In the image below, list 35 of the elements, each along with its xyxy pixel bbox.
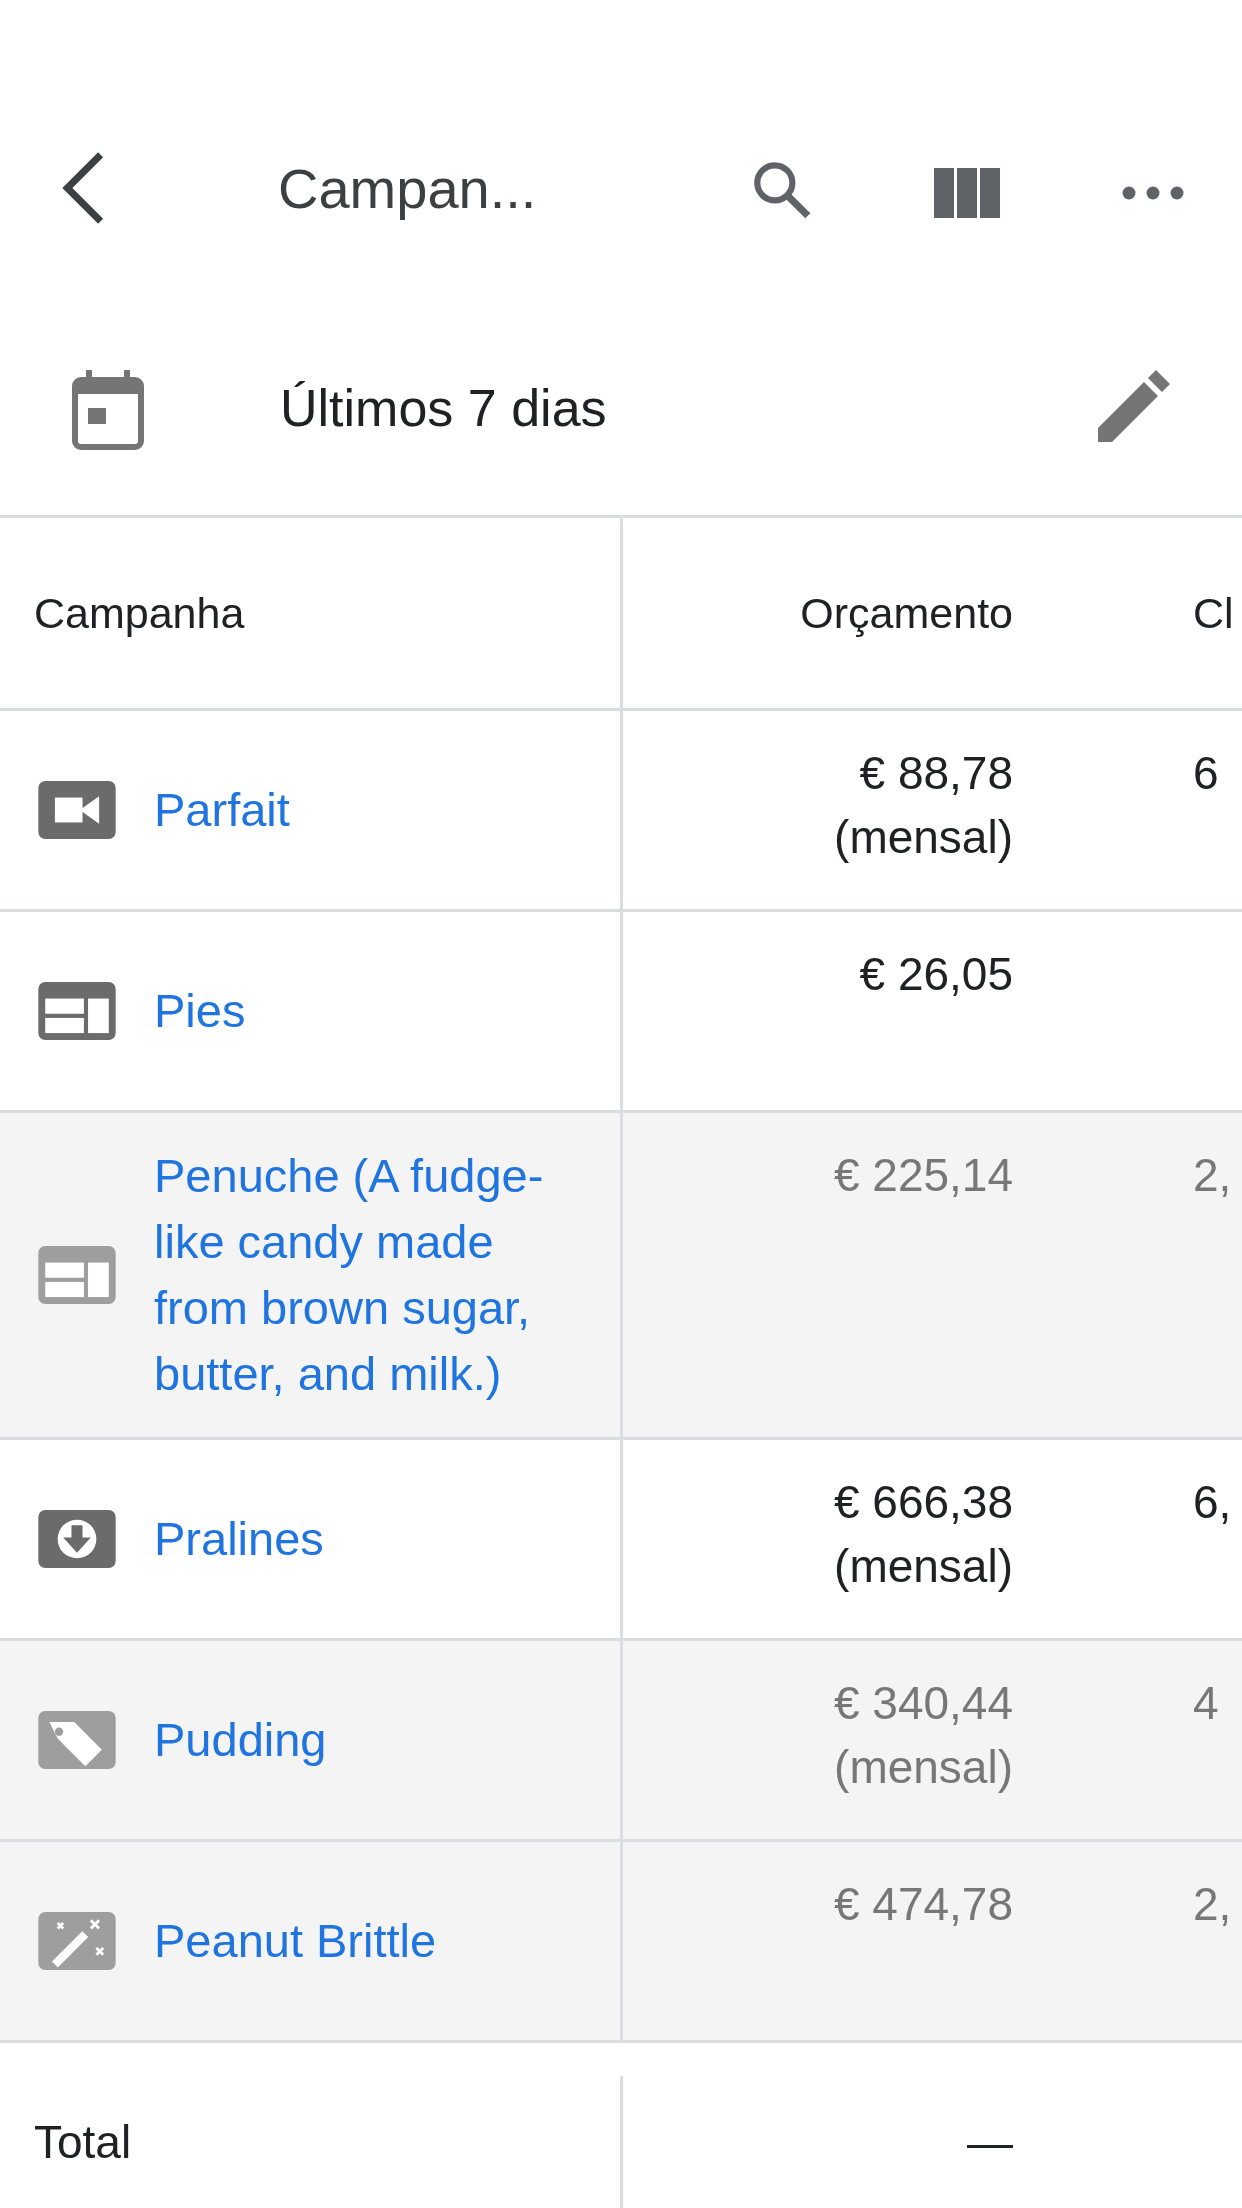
- budget-period: (mensal): [834, 810, 1013, 865]
- calendar-icon[interactable]: [72, 370, 144, 450]
- total-label: Total: [34, 2115, 132, 2169]
- table-cell: 6: [1193, 747, 1219, 799]
- magic-wand-icon: [38, 1912, 116, 1970]
- budget-amount: € 474,78: [833, 1877, 1013, 1932]
- layout-icon: [38, 982, 116, 1040]
- table-cell: 6,: [1193, 1476, 1232, 1528]
- budget-amount: € 225,14: [833, 1148, 1013, 1203]
- columns-icon[interactable]: [934, 168, 1000, 218]
- table-cell: 2,: [1193, 1149, 1232, 1201]
- video-icon: [38, 781, 116, 839]
- edit-icon[interactable]: [1098, 370, 1170, 442]
- budget-period: (mensal): [834, 1740, 1013, 1795]
- budget-amount: € 340,44: [833, 1676, 1013, 1731]
- layout-icon: [38, 1246, 116, 1304]
- download-icon: [38, 1510, 116, 1568]
- campaign-link[interactable]: Pies: [154, 978, 246, 1044]
- date-range[interactable]: Últimos 7 dias: [280, 378, 607, 438]
- total-budget: —: [967, 2115, 1013, 2169]
- campaign-link[interactable]: Parfait: [154, 777, 290, 843]
- budget-period: (mensal): [834, 1539, 1013, 1594]
- budget-amount: € 88,78: [859, 746, 1013, 801]
- page-title: Campan...: [278, 156, 538, 221]
- budget-amount: € 26,05: [859, 947, 1013, 1002]
- table-cell: 2,: [1193, 1878, 1232, 1930]
- column-header[interactable]: Orçamento: [800, 588, 1013, 638]
- table-cell: 4: [1193, 1677, 1219, 1729]
- budget-amount: € 666,38: [833, 1475, 1013, 1530]
- tag-icon: [38, 1711, 116, 1769]
- column-header[interactable]: Cl: [1193, 588, 1234, 638]
- more-icon[interactable]: [1122, 186, 1184, 200]
- campaign-link[interactable]: Pralines: [154, 1506, 324, 1572]
- campaign-row[interactable]: Parfait € 88,78 (mensal) 6: [0, 711, 1242, 912]
- column-header[interactable]: Campanha: [34, 588, 245, 638]
